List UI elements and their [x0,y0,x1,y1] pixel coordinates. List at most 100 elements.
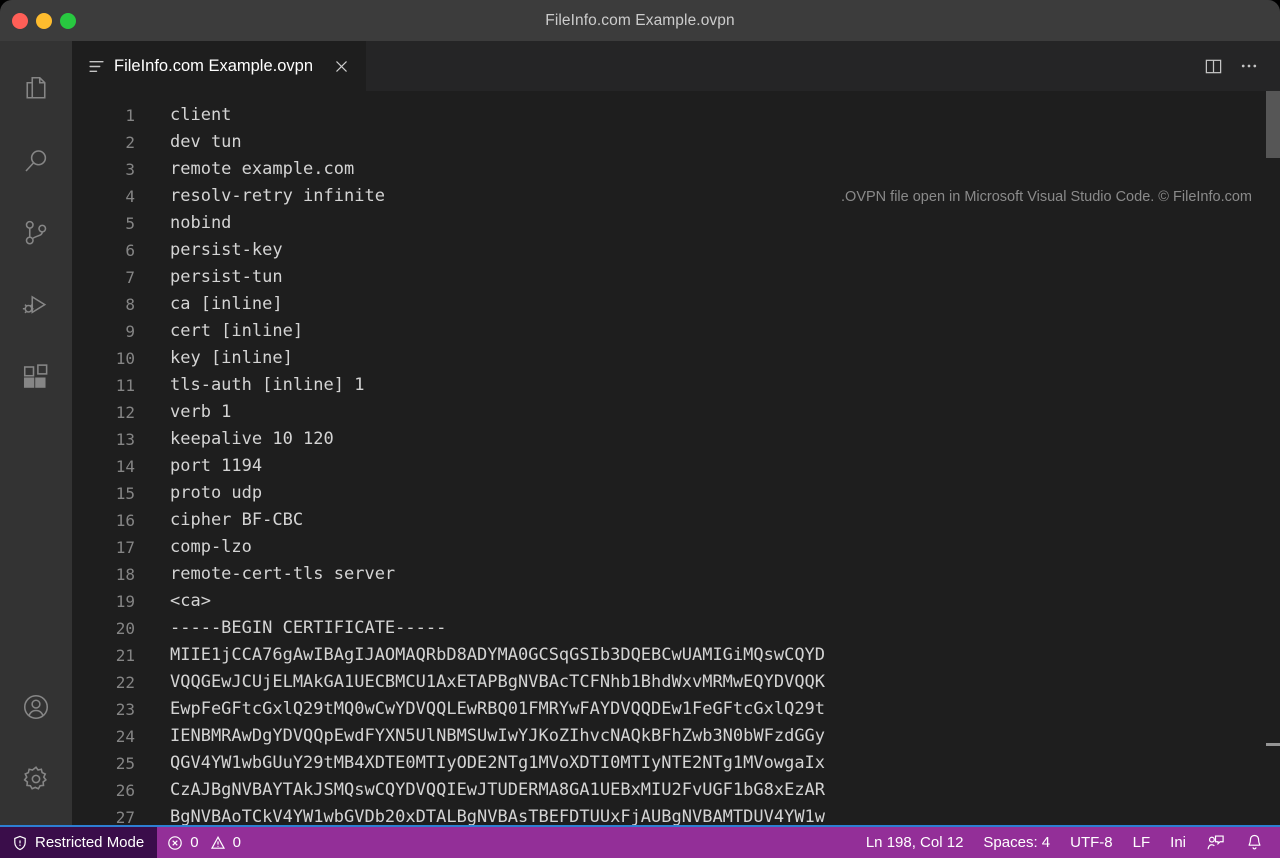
search-icon [21,146,51,176]
status-item-language-mode[interactable]: Ini [1160,827,1196,858]
line-text: IENBMRAwDgYDVQQpEwdFYXN5UlNBMSUwIwYJKoZI… [135,723,825,750]
line-text: proto udp [135,480,262,507]
code-line[interactable]: 13keepalive 10 120 [72,426,1280,453]
error-count: 0 [190,834,198,851]
line-text: resolv-retry infinite [135,183,385,210]
code-line[interactable]: 16cipher BF-CBC [72,507,1280,534]
warning-count: 0 [233,834,241,851]
code-line[interactable]: 5nobind [72,210,1280,237]
watermark-text: .OVPN file open in Microsoft Visual Stud… [841,189,1252,205]
text-editor[interactable]: .OVPN file open in Microsoft Visual Stud… [72,91,1280,825]
split-editor-icon[interactable] [1198,51,1228,81]
sidebar-item-explorer[interactable] [0,53,72,125]
line-text: MIIE1jCCA76gAwIBAgIJAOMAQRbD8ADYMA0GCSqG… [135,642,825,669]
code-line[interactable]: 8ca [inline] [72,291,1280,318]
code-line[interactable]: 9cert [inline] [72,318,1280,345]
code-line[interactable]: 20-----BEGIN CERTIFICATE----- [72,615,1280,642]
code-line[interactable]: 21MIIE1jCCA76gAwIBAgIJAOMAQRbD8ADYMA0GCS… [72,642,1280,669]
code-line[interactable]: 1client [72,102,1280,129]
line-text: keepalive 10 120 [135,426,334,453]
sidebar-item-run-and-debug[interactable] [0,269,72,341]
sidebar-item-source-control[interactable] [0,197,72,269]
code-line[interactable]: 17comp-lzo [72,534,1280,561]
manage-settings-button[interactable] [0,743,72,815]
line-text: persist-tun [135,264,283,291]
code-line[interactable]: 25QGV4YW1wbGUuY29tMB4XDTE0MTIyODE2NTg1MV… [72,750,1280,777]
line-number: 8 [72,291,135,318]
scrollbar-thumb[interactable] [1266,91,1280,158]
code-line[interactable]: 7persist-tun [72,264,1280,291]
close-window-button[interactable] [12,13,28,29]
window-title: FileInfo.com Example.ovpn [0,12,1280,30]
line-text: nobind [135,210,231,237]
editor-vertical-scrollbar[interactable] [1266,91,1280,825]
line-number: 18 [72,561,135,588]
restricted-mode-button[interactable]: Restricted Mode [0,827,157,858]
maximize-window-button[interactable] [60,13,76,29]
scrollbar-cursor-marker [1266,743,1280,746]
sidebar-item-extensions[interactable] [0,341,72,413]
code-line[interactable]: 24IENBMRAwDgYDVQQpEwdFYXN5UlNBMSUwIwYJKo… [72,723,1280,750]
restricted-mode-label: Restricted Mode [35,834,144,851]
line-number: 15 [72,480,135,507]
editor-group: FileInfo.com Example.ovpn [72,41,1280,825]
close-icon[interactable] [330,55,352,77]
line-text: key [inline] [135,345,293,372]
code-line[interactable]: 19<ca> [72,588,1280,615]
gear-icon [21,764,51,794]
accounts-button[interactable] [0,671,72,743]
more-actions-icon[interactable] [1234,51,1264,81]
problems-button[interactable]: 0 0 [157,827,251,858]
status-item-end-of-line[interactable]: LF [1123,827,1161,858]
line-text: <ca> [135,588,211,615]
line-text: client [135,102,231,129]
code-line[interactable]: 27BgNVBAoTCkV4YW1wbGVDb20xDTALBgNVBAsTBE… [72,804,1280,825]
account-icon [21,692,51,722]
code-line[interactable]: 10key [inline] [72,345,1280,372]
line-text: tls-auth [inline] 1 [135,372,364,399]
code-line[interactable]: 15proto udp [72,480,1280,507]
tab-bar: FileInfo.com Example.ovpn [72,41,1280,91]
code-line[interactable]: 22VQQGEwJCUjELMAkGA1UECBMCU1AxETAPBgNVBA… [72,669,1280,696]
code-line[interactable]: 26CzAJBgNVBAYTAkJSMQswCQYDVQQIEwJTUDERMA… [72,777,1280,804]
cursor-position-label: Ln 198, Col 12 [866,834,964,851]
extensions-icon [21,362,51,392]
line-text: comp-lzo [135,534,252,561]
code-line[interactable]: 23EwpFeGFtcGxlQ29tMQ0wCwYDVQQLEwRBQ01FMR… [72,696,1280,723]
line-text: VQQGEwJCUjELMAkGA1UECBMCU1AxETAPBgNVBAcT… [135,669,825,696]
explorer-files-icon [21,74,51,104]
line-number: 11 [72,372,135,399]
shield-icon [12,835,28,851]
line-number: 4 [72,183,135,210]
run-and-debug-icon [21,290,51,320]
tab-fileinfo-example-ovpn[interactable]: FileInfo.com Example.ovpn [72,41,367,91]
line-text: EwpFeGFtcGxlQ29tMQ0wCwYDVQQLEwRBQ01FMRYw… [135,696,825,723]
line-number: 26 [72,777,135,804]
code-line[interactable]: 11tls-auth [inline] 1 [72,372,1280,399]
line-number: 6 [72,237,135,264]
status-item-cursor-position[interactable]: Ln 198, Col 12 [856,827,974,858]
source-control-icon [21,218,51,248]
minimize-window-button[interactable] [36,13,52,29]
code-line[interactable]: 2dev tun [72,129,1280,156]
notifications-button[interactable] [1235,827,1274,858]
line-number: 9 [72,318,135,345]
tab-bar-empty-space [367,41,1198,91]
feedback-button[interactable] [1196,827,1235,858]
status-bar-spacer [251,827,856,858]
status-item-indentation[interactable]: Spaces: 4 [973,827,1060,858]
code-line[interactable]: 14port 1194 [72,453,1280,480]
line-text: cert [inline] [135,318,303,345]
code-line[interactable]: 3remote example.com [72,156,1280,183]
line-number: 1 [72,102,135,129]
status-item-encoding[interactable]: UTF-8 [1060,827,1123,858]
line-text: remote-cert-tls server [135,561,395,588]
line-text: BgNVBAoTCkV4YW1wbGVDb20xDTALBgNVBAsTBEFD… [135,804,825,825]
sidebar-item-search[interactable] [0,125,72,197]
traffic-lights [0,13,76,29]
code-line[interactable]: 6persist-key [72,237,1280,264]
code-line[interactable]: 12verb 1 [72,399,1280,426]
tab-label: FileInfo.com Example.ovpn [114,57,313,76]
code-line[interactable]: 18remote-cert-tls server [72,561,1280,588]
vscode-window: FileInfo.com Example.ovpn [0,0,1280,858]
